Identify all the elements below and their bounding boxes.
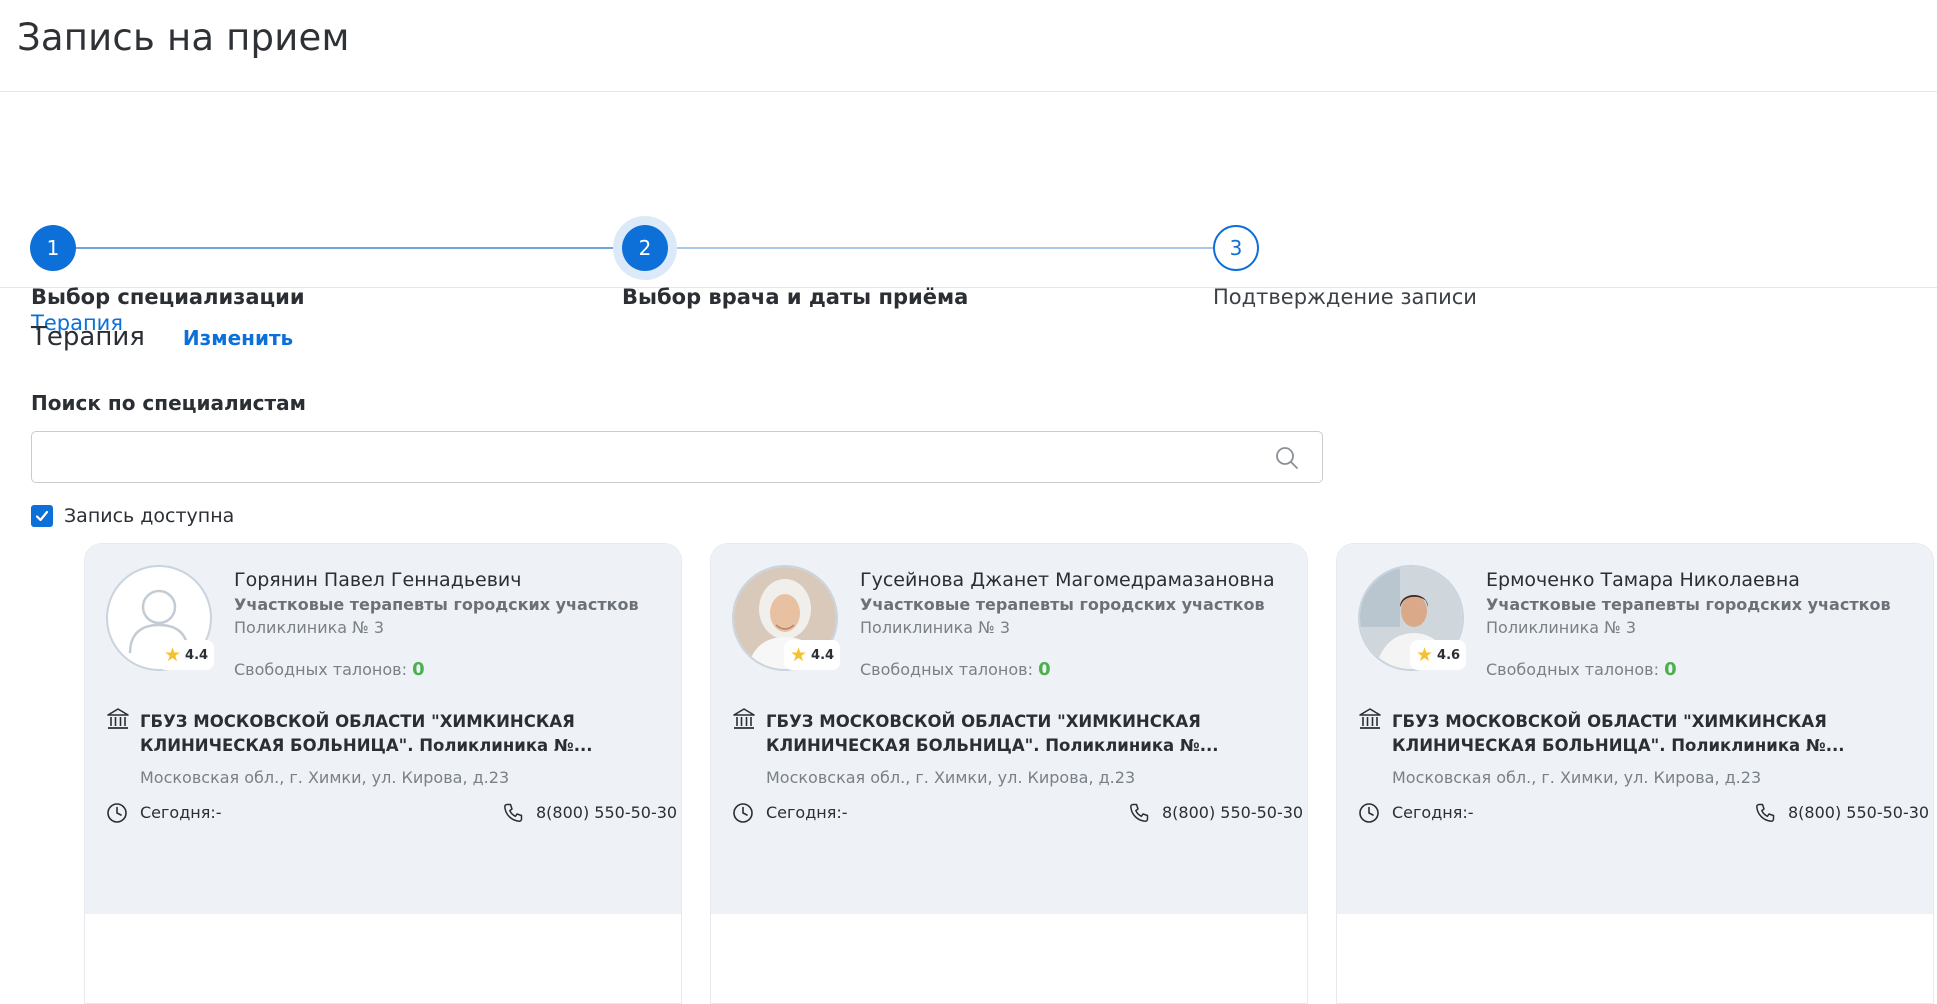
rating-value: 4.4	[185, 647, 209, 663]
doctor-card-info: ★ 4.4 Гусейнова Джанет Магомедрамазановн…	[711, 544, 1307, 914]
doctor-rating: ★ 4.4	[784, 640, 841, 670]
free-tickets-label: Свободных талонов:	[860, 660, 1033, 679]
free-tickets-label: Свободных талонов:	[1486, 660, 1659, 679]
search-icon[interactable]	[1274, 445, 1300, 471]
doctor-clinic: Поликлиника № 3	[860, 618, 1011, 637]
phone-icon	[1756, 803, 1775, 822]
today-schedule: Сегодня:-	[140, 803, 222, 822]
star-icon: ★	[790, 643, 808, 666]
specialist-search-input[interactable]	[32, 432, 1252, 482]
doctor-card-info: ★ 4.4 Горянин Павел Геннадьевич Участков…	[85, 544, 681, 914]
stepper: 1 2 3 Выбор специализации Терапия Выбор …	[0, 92, 1937, 335]
today-schedule: Сегодня:-	[766, 803, 848, 822]
available-checkbox[interactable]	[31, 505, 53, 527]
free-tickets-count: 0	[1038, 659, 1051, 680]
free-tickets: Свободных талонов: 0	[234, 659, 425, 680]
search-box	[31, 431, 1323, 483]
doctor-name[interactable]: Горянин Павел Геннадьевич	[234, 569, 522, 591]
page-header: Запись на прием	[0, 0, 1937, 92]
today-schedule: Сегодня:-	[1392, 803, 1474, 822]
step-connector-2	[673, 247, 1213, 249]
doctor-card[interactable]: ★ 4.6 Ермоченко Тамара Николаевна Участк…	[1336, 543, 1934, 1004]
organization-address: Московская обл., г. Химки, ул. Кирова, д…	[140, 768, 510, 787]
doctor-card[interactable]: ★ 4.4 Горянин Павел Геннадьевич Участков…	[84, 543, 682, 1004]
page-title: Запись на прием	[17, 16, 350, 59]
clock-icon	[107, 803, 127, 823]
doctor-specialty: Участковые терапевты городских участков	[1486, 595, 1891, 614]
step-3-label: Подтверждение записи	[1213, 285, 1477, 309]
clock-icon	[1359, 803, 1379, 823]
clock-icon	[733, 803, 753, 823]
checkmark-icon	[35, 510, 49, 522]
step-1-label: Выбор специализации	[31, 285, 305, 309]
search-label: Поиск по специалистам	[31, 391, 306, 415]
rating-value: 4.6	[1437, 647, 1461, 663]
free-tickets-count: 0	[1664, 659, 1677, 680]
clinic-phone[interactable]: 8(800) 550-50-30	[1788, 803, 1929, 822]
doctor-card[interactable]: ★ 4.4 Гусейнова Джанет Магомедрамазановн…	[710, 543, 1308, 1004]
doctor-rating: ★ 4.6	[1410, 640, 1467, 670]
organization-name: ГБУЗ МОСКОВСКОЙ ОБЛАСТИ "ХИМКИНСКАЯ КЛИН…	[1392, 712, 1845, 755]
rating-value: 4.4	[811, 647, 835, 663]
doctor-specialty: Участковые терапевты городских участков	[234, 595, 639, 614]
specialization-row: Терапия Изменить	[31, 322, 293, 352]
star-icon: ★	[164, 643, 182, 666]
step-3-circle: 3	[1213, 225, 1259, 271]
organization-name: ГБУЗ МОСКОВСКОЙ ОБЛАСТИ "ХИМКИНСКАЯ КЛИН…	[766, 712, 1219, 755]
step-connector-1	[72, 247, 622, 249]
available-filter[interactable]: Запись доступна	[31, 505, 234, 527]
doctor-specialty: Участковые терапевты городских участков	[860, 595, 1265, 614]
available-filter-label: Запись доступна	[64, 505, 235, 527]
organization-address: Московская обл., г. Химки, ул. Кирова, д…	[766, 768, 1136, 787]
free-tickets: Свободных талонов: 0	[1486, 659, 1677, 680]
doctor-clinic: Поликлиника № 3	[1486, 618, 1637, 637]
institution-icon	[1359, 708, 1381, 729]
doctor-rating: ★ 4.4	[158, 640, 215, 670]
doctor-name[interactable]: Гусейнова Джанет Магомедрамазановна	[860, 569, 1275, 591]
free-tickets: Свободных талонов: 0	[860, 659, 1051, 680]
institution-icon	[733, 708, 755, 729]
clinic-phone[interactable]: 8(800) 550-50-30	[536, 803, 677, 822]
phone-icon	[1130, 803, 1149, 822]
doctor-clinic: Поликлиника № 3	[234, 618, 385, 637]
step-2-label: Выбор врача и даты приёма	[622, 285, 969, 309]
institution-icon	[107, 708, 129, 729]
clinic-phone[interactable]: 8(800) 550-50-30	[1162, 803, 1303, 822]
doctor-name[interactable]: Ермоченко Тамара Николаевна	[1486, 569, 1800, 591]
star-icon: ★	[1416, 643, 1434, 666]
phone-icon	[504, 803, 523, 822]
step-1-circle[interactable]: 1	[30, 225, 76, 271]
change-specialization-link[interactable]: Изменить	[183, 326, 293, 350]
doctor-card-info: ★ 4.6 Ермоченко Тамара Николаевна Участк…	[1337, 544, 1933, 914]
specialization-title: Терапия	[31, 322, 145, 352]
organization-name: ГБУЗ МОСКОВСКОЙ ОБЛАСТИ "ХИМКИНСКАЯ КЛИН…	[140, 712, 593, 755]
free-tickets-label: Свободных талонов:	[234, 660, 407, 679]
free-tickets-count: 0	[412, 659, 425, 680]
step-2-circle: 2	[622, 225, 668, 271]
organization-address: Московская обл., г. Химки, ул. Кирова, д…	[1392, 768, 1762, 787]
